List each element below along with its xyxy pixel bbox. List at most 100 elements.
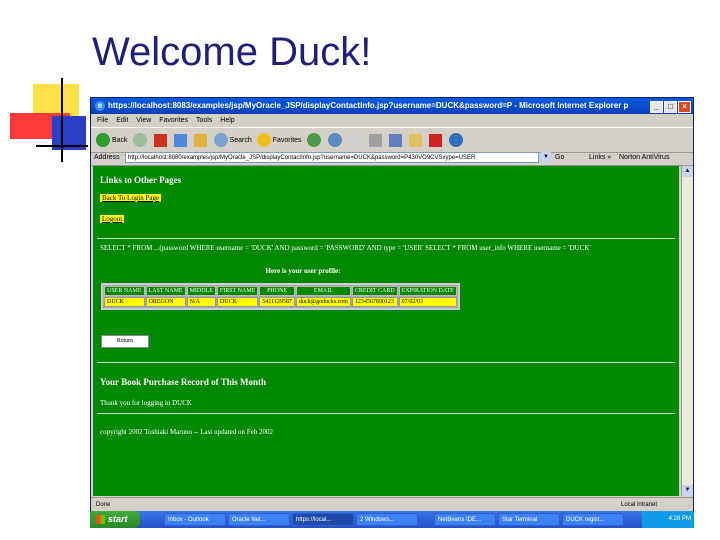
star-icon <box>256 133 271 147</box>
mail-button[interactable] <box>348 133 364 147</box>
address-dropdown-icon[interactable]: ▼ <box>541 152 551 163</box>
menu-tools[interactable]: Tools <box>196 117 212 124</box>
browser-window: e https://localhost:8083/examples/jsp/MyO… <box>90 97 694 527</box>
table-cell: 5411129587 <box>259 297 295 307</box>
taskbar-item[interactable]: NetBeans IDE... <box>434 513 496 526</box>
menu-view[interactable]: View <box>136 117 151 124</box>
messenger-button[interactable] <box>428 133 444 147</box>
purchase-heading: Your Book Purchase Record of This Month <box>100 377 267 387</box>
menu-favorites[interactable]: Favorites <box>159 117 188 124</box>
table-row: DUCK OREGON N/A DUCK 5411129587 duck@god… <box>104 297 457 307</box>
stop-icon <box>153 133 167 147</box>
history-button[interactable] <box>327 133 344 147</box>
window-controls: _ □ × <box>649 99 691 115</box>
minimize-button[interactable]: _ <box>650 101 663 113</box>
research-button[interactable] <box>448 133 465 147</box>
refresh-button[interactable] <box>173 133 189 147</box>
maximize-button[interactable]: □ <box>664 101 677 113</box>
print-button[interactable] <box>368 133 384 147</box>
taskbar-item[interactable]: https://local... <box>292 513 354 526</box>
history-icon <box>327 133 342 147</box>
norton-antivirus-button[interactable]: Norton AntiVirus <box>619 151 669 165</box>
back-arrow-icon <box>96 133 110 147</box>
windows-logo-icon <box>96 515 105 525</box>
menu-bar: File Edit View Favorites Tools Help <box>91 114 693 127</box>
taskbar-item[interactable]: 2 Windows... <box>356 513 418 526</box>
favorites-button[interactable]: Favorites <box>256 133 302 147</box>
forward-arrow-icon <box>132 133 147 147</box>
logout-link[interactable]: Logout <box>100 215 125 223</box>
discuss-button[interactable] <box>408 133 424 147</box>
table-cell: OREGON <box>145 297 186 307</box>
home-icon <box>193 133 207 147</box>
status-bar: Done Local intranet <box>91 497 693 512</box>
media-button[interactable] <box>306 133 323 147</box>
divider <box>97 238 675 239</box>
column-header: MIDDLE <box>186 286 216 296</box>
media-icon <box>306 133 321 147</box>
stop-button[interactable] <box>153 133 169 147</box>
menu-edit[interactable]: Edit <box>116 117 128 124</box>
refresh-icon <box>173 133 187 147</box>
table-cell: 1234567890123 <box>351 297 398 307</box>
profile-heading: Here is your user profile: <box>265 267 341 275</box>
vertical-scrollbar[interactable]: ▲ ▼ <box>681 166 693 496</box>
links-button[interactable]: Links » <box>589 151 611 165</box>
vertical-line-decoration <box>61 78 63 162</box>
scroll-down-icon[interactable]: ▼ <box>682 485 693 496</box>
address-label: Address <box>94 154 120 161</box>
edit-button[interactable] <box>388 133 404 147</box>
messenger-icon <box>428 133 442 147</box>
window-titlebar[interactable]: e https://localhost:8083/examples/jsp/MyO… <box>91 98 693 114</box>
print-icon <box>368 133 382 147</box>
clock: 4:28 PM <box>668 516 691 522</box>
menu-help[interactable]: Help <box>220 117 234 124</box>
taskbar-item[interactable]: Inbox - Outlook <box>164 513 226 526</box>
table-cell: N/A <box>186 297 216 307</box>
return-button[interactable]: Return <box>101 335 149 348</box>
start-button[interactable]: start <box>90 511 140 528</box>
address-bar: Address http://localhost:8080/examples/j… <box>91 151 693 166</box>
column-header: USER NAME <box>104 286 145 296</box>
back-to-login-link[interactable]: Back To Login Page <box>100 194 162 202</box>
column-header: EXPIRATION DATE <box>398 286 457 296</box>
column-header: LAST NAME <box>145 286 186 296</box>
table-cell: DUCK <box>216 297 259 307</box>
profile-table: USER NAME LAST NAME MIDDLE FIRST NAME PH… <box>101 283 460 310</box>
slide-title: Welcome Duck! <box>92 30 372 74</box>
search-icon <box>213 133 228 147</box>
table-header-row: USER NAME LAST NAME MIDDLE FIRST NAME PH… <box>104 286 457 296</box>
close-button[interactable]: × <box>678 101 691 113</box>
divider <box>97 362 675 363</box>
scroll-up-icon[interactable]: ▲ <box>682 166 693 177</box>
taskbar-item[interactable]: DUCK regist... <box>562 513 624 526</box>
taskbar: start Inbox - Outlook Oracle Net... http… <box>90 511 694 528</box>
table-cell: DUCK <box>104 297 145 307</box>
back-button[interactable]: Back <box>96 133 128 147</box>
home-button[interactable] <box>193 133 209 147</box>
column-header: FIRST NAME <box>216 286 259 296</box>
thank-you-text: Thank you for logging in DUCK <box>100 399 192 407</box>
window-title: https://localhost:8083/examples/jsp/MyOr… <box>108 101 628 110</box>
taskbar-item[interactable]: Oracle Net... <box>228 513 290 526</box>
security-zone: Local intranet <box>621 502 658 508</box>
go-button[interactable]: Go <box>555 151 564 165</box>
copyright-text: copyright 2002 Toshiaki Maruno -- Last u… <box>100 428 273 436</box>
forward-button[interactable] <box>132 133 149 147</box>
menu-file[interactable]: File <box>97 117 108 124</box>
links-heading: Links to Other Pages <box>100 175 182 185</box>
column-header: PHONE <box>259 286 295 296</box>
column-header: CREDIT CARD <box>351 286 398 296</box>
status-text: Done <box>96 502 111 508</box>
table-cell: duck@goducks.com <box>295 297 351 307</box>
folder-icon <box>408 133 422 147</box>
page-content: Links to Other Pages Back To Login Page … <box>93 166 679 496</box>
search-button[interactable]: Search <box>213 133 252 147</box>
ie-icon: e <box>95 101 105 111</box>
taskbar-item[interactable]: Star Terminal <box>498 513 560 526</box>
address-input[interactable]: http://localhost:8080/examples/jsp/MyOra… <box>125 152 539 163</box>
column-header: EMAIL <box>295 286 351 296</box>
mail-icon <box>348 133 362 147</box>
table-cell: 07/02/03 <box>398 297 457 307</box>
toolbar: Back Search Favorites <box>91 127 693 153</box>
